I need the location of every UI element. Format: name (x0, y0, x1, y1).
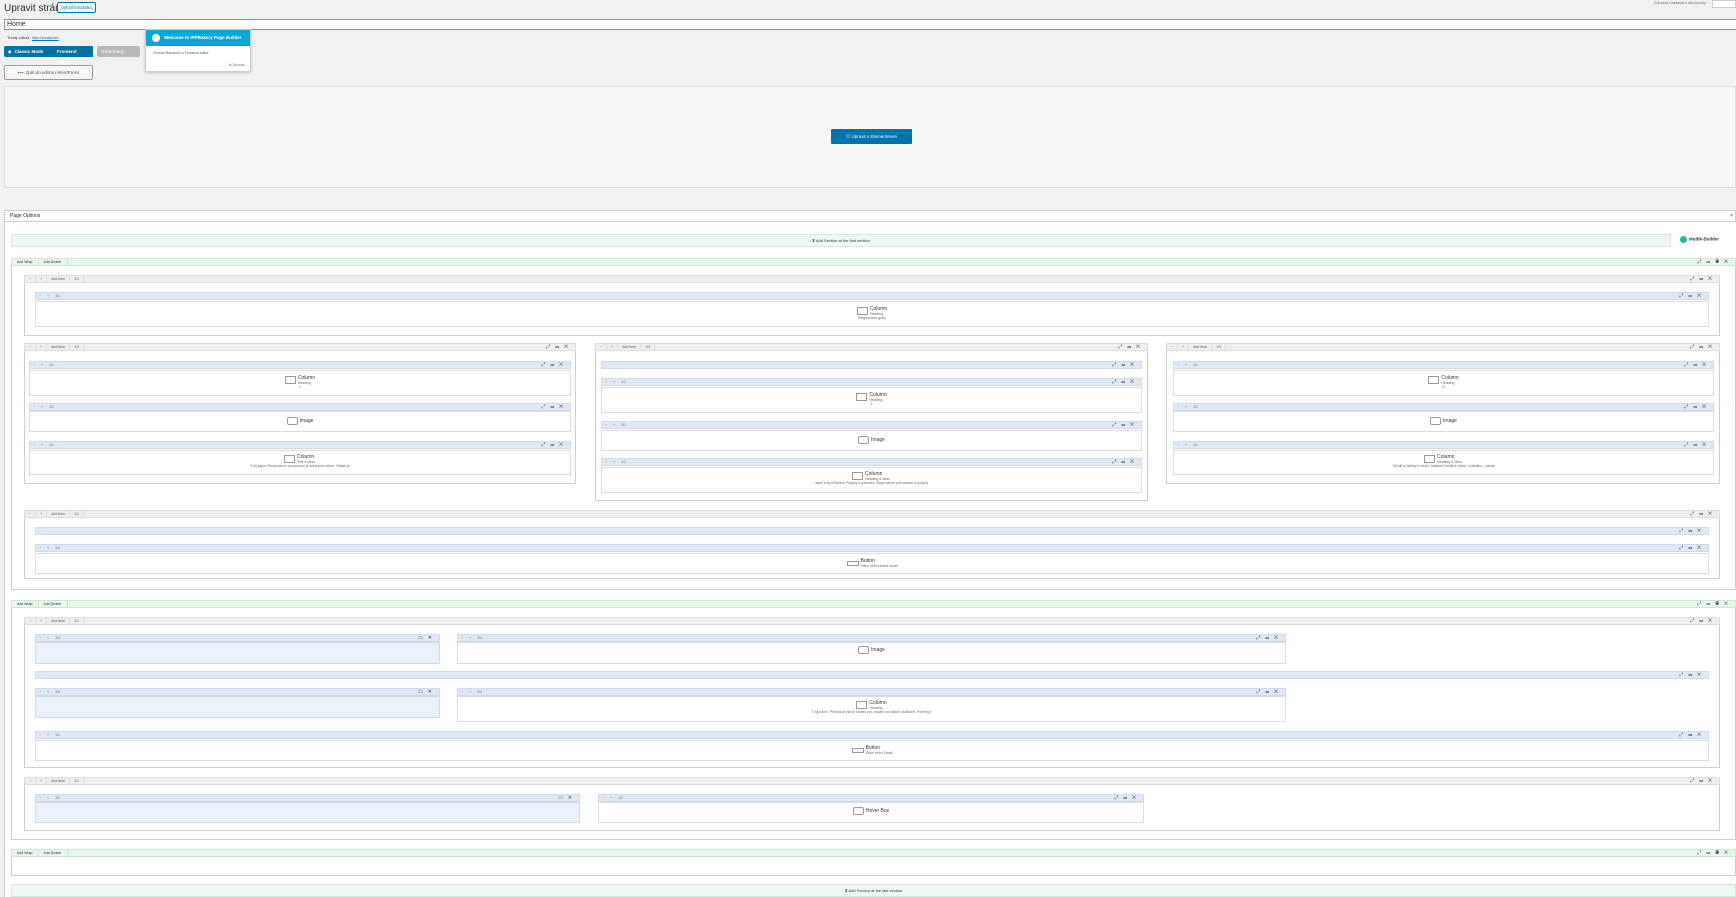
section-2-bar[interactable]: Add Wrap Add Divider ⤢▭◉✕ (11, 600, 1736, 608)
button-element[interactable]: Button Klikni nebo dostat email (35, 553, 1709, 574)
empty-column[interactable] (35, 802, 580, 823)
section-1-bar[interactable]: Add Wrap Add Divider ⤢▭◉✕ (11, 258, 1736, 266)
button-icon (846, 560, 859, 566)
column-element[interactable]: Column Heading & desc. Jsem tvůj průvodce … (601, 467, 1142, 493)
popup-body: Choose Backend or Frontend editor. (153, 51, 210, 55)
image-element[interactable]: Image (1173, 411, 1714, 432)
frontend-editor-button[interactable]: Frontend Editor (53, 46, 93, 65)
column-element[interactable]: Column Heading Tvůj návrh. Průvodce všech … (457, 696, 1286, 722)
gutenberg-editor-button[interactable]: Gutenberg Editor (97, 46, 140, 65)
welcome-popup: Welcome to WPBakery Page Builder Choose … (145, 29, 251, 72)
column-icon (856, 393, 868, 401)
column-icon (283, 455, 295, 463)
add-page-button[interactable]: Vytvořit stránku (57, 2, 96, 13)
empty-column[interactable] (35, 642, 440, 664)
camera-icon (1430, 417, 1442, 425)
column-icon (1424, 455, 1436, 463)
section-controls[interactable]: ⤢▭◉✕ (1697, 259, 1733, 266)
column-icon (284, 376, 296, 384)
popup-dismiss[interactable]: ⊗ Dismiss (229, 63, 245, 67)
row-1-bar[interactable]: − + Add Item 1/1 ⤢▭✕ (24, 275, 1720, 283)
image-element[interactable]: Image (457, 642, 1286, 664)
add-section-top[interactable]: ⧗ Add Section at the first section (11, 234, 1671, 247)
column-element[interactable]: Column Heading 2 (601, 387, 1142, 413)
column-icon (852, 472, 864, 480)
collapse-icon[interactable]: × (1730, 211, 1733, 222)
hover-box-element[interactable]: Hover Box (598, 802, 1144, 823)
edit-with-elementor-button[interactable]: ⓔ Upravit s Elementorem (831, 129, 912, 144)
arrow-left-icon: ⟵ (17, 70, 26, 75)
wpbakery-logo-icon (152, 34, 160, 42)
title-input[interactable]: Home (4, 19, 1736, 30)
popup-title: Welcome to WPBakery Page Builder (164, 35, 242, 40)
logo-icon (1680, 236, 1687, 243)
column-icon (856, 307, 868, 315)
builder-logo: Mutlik-Builder (1680, 236, 1719, 243)
permalink: Trvalý odkaz: http://localhost/ (7, 35, 59, 40)
column-element[interactable]: Column Heading & desc. Vyřídit si články k… (1173, 450, 1714, 475)
button-element[interactable]: Button Klikni nebo Email (35, 740, 1709, 761)
column-icon (856, 701, 868, 709)
image-element[interactable]: Image (29, 411, 571, 432)
classic-mode-button[interactable]: ◆ Classic Mode (4, 46, 53, 57)
permalink-link[interactable]: http://localhost/ (32, 35, 59, 40)
wpbakery-icon: ◆ (8, 49, 12, 54)
column-icon (1428, 376, 1440, 384)
back-to-wp-editor-button[interactable]: ⟵ Zpět do editoru WordPress (4, 65, 93, 80)
button-icon (851, 747, 864, 753)
column-element[interactable]: Column Heading Responsivní grafy (35, 301, 1709, 327)
section-3-bar[interactable]: Add Wrap Add Divider ⤢▭◉✕ (11, 849, 1736, 857)
row-controls[interactable]: ⤢▭✕ (1690, 276, 1717, 283)
hover-box-icon (852, 807, 864, 815)
image-element[interactable]: Image (601, 430, 1142, 451)
camera-icon (858, 646, 870, 654)
page-options-bar[interactable]: Page Options × (4, 210, 1736, 222)
camera-icon (286, 417, 298, 425)
column-element[interactable]: Column Text & desc. Tvůj zápis! Responzivn… (29, 450, 571, 475)
column-bar[interactable]: − +1/1 ⤢▭✕ (35, 292, 1709, 300)
screen-options-box[interactable] (1712, 0, 1736, 8)
empty-column[interactable] (35, 696, 440, 718)
camera-icon (858, 436, 870, 444)
screen-options-link[interactable]: Zobrazit nastavení obrazovky (1654, 0, 1706, 5)
column-element[interactable]: Column Heading 1 (29, 370, 571, 396)
add-section-bottom[interactable]: ⧗ Add Section at the last section (11, 884, 1736, 897)
column-element[interactable]: Column Heading 10 (1173, 370, 1714, 396)
